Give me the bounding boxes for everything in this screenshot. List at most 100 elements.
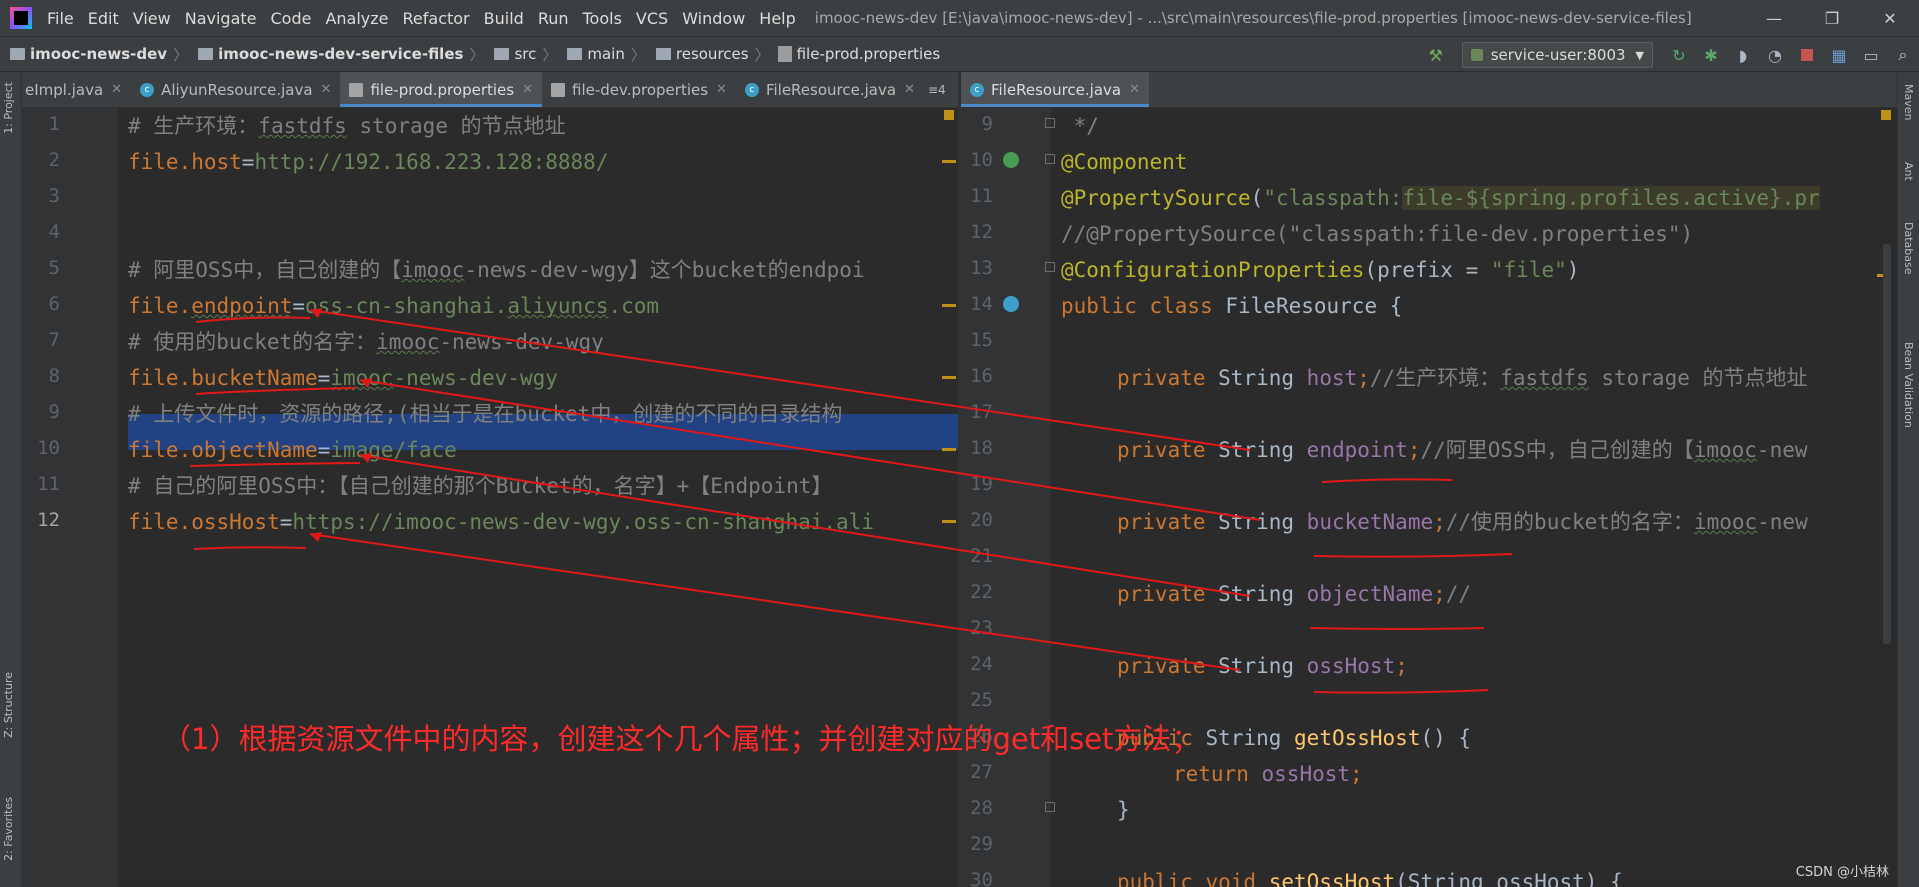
code-line-8: file.bucketName=imooc-news-dev-wgy (128, 366, 558, 390)
line-number: 5 (48, 257, 60, 279)
project-tool-button[interactable]: 1: Project (2, 82, 15, 134)
class-gutter-icon[interactable] (1003, 296, 1019, 312)
close-icon[interactable]: ✕ (522, 82, 533, 97)
structure-tool-button[interactable]: Z: Structure (2, 672, 15, 738)
menu-build[interactable]: Build (477, 9, 531, 28)
change-marker (942, 304, 956, 307)
warning-stripe-marker[interactable] (1881, 110, 1891, 120)
close-icon[interactable]: ✕ (321, 82, 332, 97)
fold-marker-icon[interactable] (1045, 154, 1055, 164)
line-number: 19 (970, 473, 993, 495)
menu-refactor[interactable]: Refactor (396, 9, 477, 28)
tab-file-resource-right[interactable]: c FileResource.java ✕ (961, 72, 1149, 107)
folder-icon (10, 48, 25, 60)
tab-file-prod-properties[interactable]: file-prod.properties ✕ (340, 72, 542, 107)
fold-marker-icon[interactable] (1045, 802, 1055, 812)
chevron-right-icon: 〉 (469, 45, 485, 64)
debug-bug-icon[interactable]: ✱ (1700, 44, 1722, 66)
close-window-button[interactable]: ✕ (1861, 0, 1919, 36)
project-structure-icon[interactable]: ▦ (1828, 44, 1850, 66)
line-number: 22 (970, 581, 993, 603)
java-editor[interactable]: 9 10 11 12 13 14 15 16 17 18 19 20 21 22… (961, 108, 1897, 887)
build-hammer-icon[interactable]: ⚒ (1425, 44, 1447, 66)
close-icon[interactable]: ✕ (111, 82, 122, 97)
code-line-12: //@PropertySource("classpath:file-dev.pr… (1061, 222, 1694, 246)
properties-editor[interactable]: 1 2 3 4 5 6 7 8 9 10 11 12 # 生产环境：fastdf… (22, 108, 958, 887)
tab-overflow-button[interactable]: ≡4 (924, 72, 950, 107)
code-line-11: @PropertySource("classpath:file-${spring… (1061, 186, 1820, 210)
breadcrumb-resources[interactable]: resources 〉 (646, 44, 770, 65)
line-number: 14 (970, 293, 993, 315)
close-icon[interactable]: ✕ (1129, 82, 1140, 97)
menu-edit[interactable]: Edit (81, 9, 126, 28)
database-tool-button[interactable]: Database (1902, 222, 1915, 275)
menu-file[interactable]: File (40, 9, 81, 28)
line-number: 25 (970, 689, 993, 711)
line-number: 16 (970, 365, 993, 387)
bean-validation-tool-button[interactable]: Bean Validation (1902, 342, 1915, 428)
breadcrumb-module[interactable]: imooc-news-dev-service-files 〉 (188, 44, 484, 65)
breadcrumb-file[interactable]: file-prod.properties (770, 45, 940, 63)
code-line-20: private String bucketName;//使用的bucket的名字… (1117, 510, 1808, 534)
code-line-14: public class FileResource { (1061, 294, 1403, 318)
tab-aliyun-resource[interactable]: c AliyunResource.java ✕ (131, 72, 340, 107)
close-icon[interactable]: ✕ (716, 82, 727, 97)
menu-analyze[interactable]: Analyze (318, 9, 395, 28)
line-number: 17 (970, 401, 993, 423)
run-configuration-select[interactable]: service-user:8003 ▼ (1461, 42, 1653, 68)
maven-tool-button[interactable]: Maven (1902, 84, 1915, 120)
menu-vcs[interactable]: VCS (629, 9, 675, 28)
line-number: 1 (48, 113, 60, 135)
rerun-icon[interactable]: ↻ (1668, 44, 1690, 66)
menu-help[interactable]: Help (752, 9, 802, 28)
line-number: 28 (970, 797, 993, 819)
menu-window[interactable]: Window (675, 9, 752, 28)
code-line-12: file.ossHost=https://imooc-news-dev-wgy.… (128, 510, 874, 534)
minimize-button[interactable]: — (1745, 0, 1803, 36)
folder-icon (655, 48, 671, 60)
menu-code[interactable]: Code (264, 9, 319, 28)
layout-icon[interactable]: ▭ (1860, 44, 1882, 66)
line-number: 13 (970, 257, 993, 279)
fold-marker-icon[interactable] (1045, 118, 1055, 128)
favorites-tool-button[interactable]: 2: Favorites (2, 797, 15, 861)
window-title: imooc-news-dev [E:\java\imooc-news-dev] … (814, 9, 1692, 27)
breadcrumb-src[interactable]: src 〉 (484, 44, 557, 65)
breadcrumb-project[interactable]: imooc-news-dev 〉 (0, 44, 188, 65)
warning-stripe-marker[interactable] (944, 110, 954, 120)
line-number: 24 (970, 653, 993, 675)
fold-marker-icon[interactable] (1045, 262, 1055, 272)
line-number: 29 (970, 833, 993, 855)
stop-icon[interactable] (1796, 44, 1818, 66)
ant-tool-button[interactable]: Ant (1902, 162, 1915, 181)
line-number: 15 (970, 329, 993, 351)
folder-icon (494, 48, 510, 60)
close-icon[interactable]: ✕ (904, 82, 915, 97)
menu-navigate[interactable]: Navigate (178, 9, 264, 28)
window-controls: — ❐ ✕ (1745, 0, 1919, 36)
search-icon[interactable]: ⌕ (1892, 44, 1914, 66)
tab-impl-java[interactable]: eImpl.java ✕ (22, 72, 131, 107)
right-editor-tabs: c FileResource.java ✕ (961, 72, 1897, 108)
scrollbar-thumb[interactable] (1883, 244, 1891, 644)
breadcrumb-main[interactable]: main 〉 (557, 44, 646, 65)
profile-icon[interactable]: ◔ (1764, 44, 1786, 66)
annotation-caption: （1）根据资源文件中的内容，创建这个几个属性；并创建对应的get和set方法； (162, 722, 1201, 756)
coverage-icon[interactable]: ◗ (1732, 44, 1754, 66)
navigation-bar: imooc-news-dev 〉 imooc-news-dev-service-… (0, 36, 1919, 72)
tab-file-resource-left[interactable]: c FileResource.java ✕ (736, 72, 924, 107)
restore-button[interactable]: ❐ (1803, 0, 1861, 36)
line-number: 8 (48, 365, 60, 387)
code-line-9: */ (1061, 114, 1099, 138)
code-line-7: # 使用的bucket的名字：imooc-news-dev-wgy (128, 330, 604, 354)
code-line-10: @Component (1061, 150, 1188, 174)
code-line-2: file.host=http://192.168.223.128:8888/ (128, 150, 609, 174)
line-number: 9 (981, 113, 993, 135)
java-class-icon: c (970, 82, 984, 97)
menu-run[interactable]: Run (531, 9, 576, 28)
menu-tools[interactable]: Tools (576, 9, 629, 28)
spring-bean-gutter-icon[interactable] (1003, 152, 1019, 168)
tab-file-dev-properties[interactable]: file-dev.properties ✕ (542, 72, 736, 107)
folder-icon (198, 48, 214, 60)
menu-view[interactable]: View (126, 9, 178, 28)
